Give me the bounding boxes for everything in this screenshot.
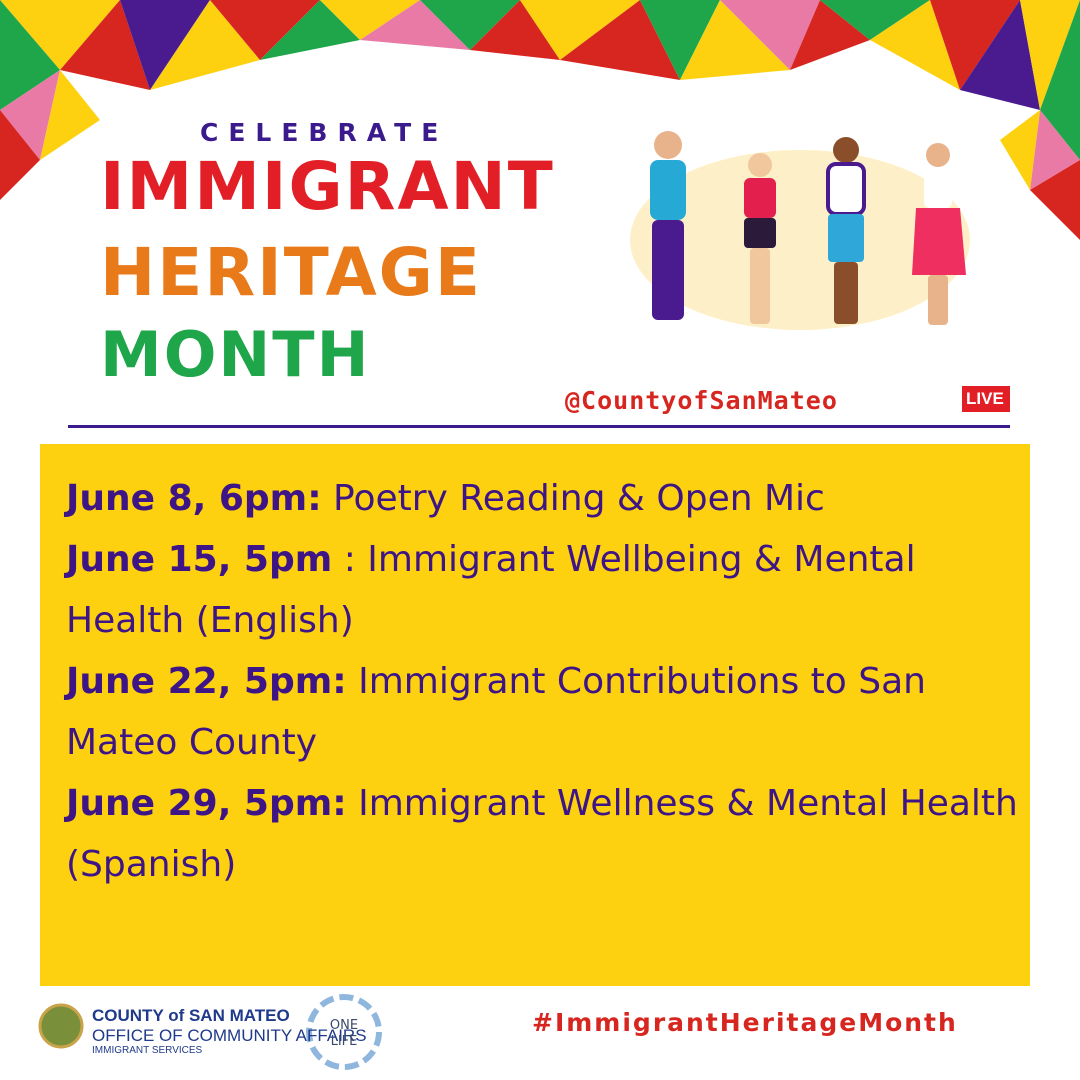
title-line-3: MONTH — [100, 318, 371, 391]
event-item: June 22, 5pm: Immigrant Contributions to… — [66, 651, 1030, 773]
title-line-2: HERITAGE — [100, 234, 482, 311]
county-seal — [38, 1003, 84, 1049]
event-title: Poetry Reading & Open Mic — [321, 478, 825, 519]
event-date: June 22, 5pm: — [66, 661, 347, 702]
events-panel: June 8, 6pm: Poetry Reading & Open Mic J… — [40, 444, 1030, 986]
title-line-1: IMMIGRANT — [100, 148, 555, 225]
event-date: June 29, 5pm: — [66, 783, 347, 824]
event-item: June 15, 5pm : Immigrant Wellbeing & Men… — [66, 529, 1030, 651]
one-life-logo: ONE LIFE — [304, 994, 384, 1074]
event-date: June 8, 6pm: — [66, 478, 322, 519]
live-badge: LIVE — [962, 386, 1010, 412]
one-life-text: ONE LIFE — [329, 1018, 359, 1049]
event-item: June 8, 6pm: Poetry Reading & Open Mic — [66, 468, 1030, 529]
kicker-text: CELEBRATE — [200, 118, 449, 147]
social-handle[interactable]: @CountyofSanMateo — [565, 386, 838, 415]
event-item: June 29, 5pm: Immigrant Wellness & Menta… — [66, 773, 1030, 895]
hashtag[interactable]: #ImmigrantHeritageMonth — [532, 1008, 958, 1037]
event-date: June 15, 5pm — [66, 539, 333, 580]
four-people-illustration — [630, 131, 970, 330]
divider — [68, 425, 1010, 428]
